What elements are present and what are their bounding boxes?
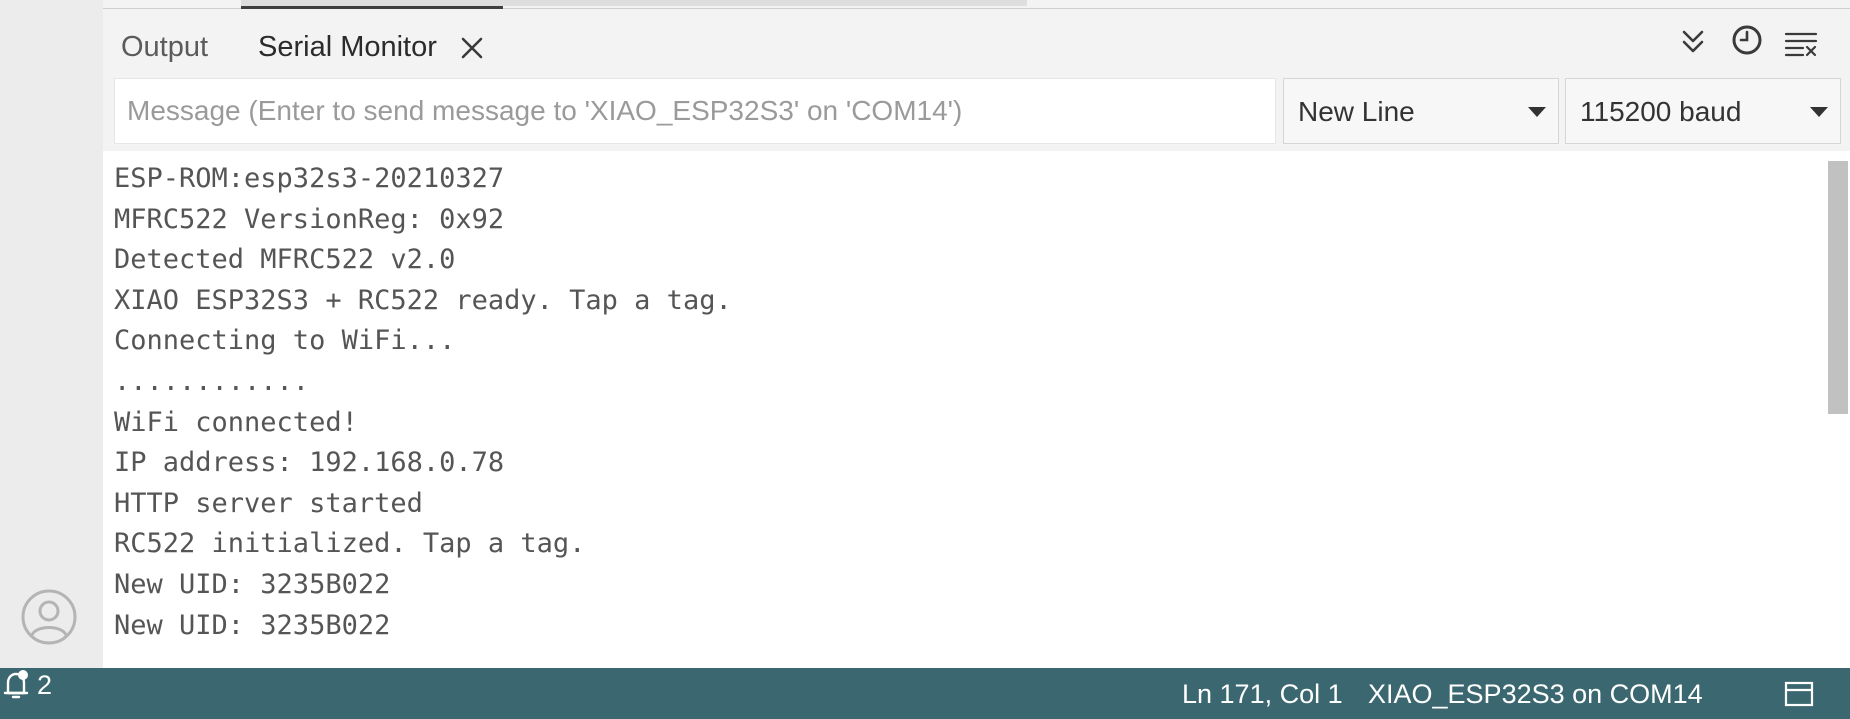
message-input[interactable] <box>114 78 1276 144</box>
clear-output-icon[interactable] <box>1781 22 1821 62</box>
console-scrollbar[interactable] <box>1822 161 1850 668</box>
panel-tabbar: Output Serial Monitor <box>103 14 1850 80</box>
close-icon[interactable] <box>457 33 487 63</box>
console-line: New UID: 3235B022 <box>114 609 391 641</box>
chevron-down-icon <box>1526 102 1548 122</box>
console-line: Connecting to WiFi... <box>114 325 456 357</box>
console-line: ............ <box>114 365 310 397</box>
console-lines: ESP-ROM:esp32s3-20210327 MFRC522 Version… <box>114 159 732 646</box>
console-line: IP address: 192.168.0.78 <box>114 447 505 479</box>
cursor-position[interactable]: Ln 171, Col 1 <box>1182 678 1343 710</box>
console-line: WiFi connected! <box>114 406 358 438</box>
console-scroll-thumb[interactable] <box>1828 161 1848 414</box>
serial-output-console: ESP-ROM:esp32s3-20210327 MFRC522 Version… <box>103 151 1850 668</box>
line-ending-value: New Line <box>1298 96 1415 127</box>
console-line: RC522 initialized. Tap a tag. <box>114 528 586 560</box>
console-line: ESP-ROM:esp32s3-20210327 <box>114 163 505 194</box>
autoscroll-icon[interactable] <box>1673 22 1713 62</box>
tab-output[interactable]: Output <box>121 30 208 64</box>
console-line: Detected MFRC522 v2.0 <box>114 244 456 276</box>
editor-scrollbar-strip <box>103 0 1850 9</box>
message-row: New Line 115200 baud <box>103 78 1850 148</box>
notifications-button[interactable]: 2 <box>0 668 60 702</box>
baud-rate-select[interactable]: 115200 baud <box>1565 78 1841 144</box>
account-avatar-icon[interactable] <box>20 588 78 646</box>
console-line: HTTP server started <box>114 487 423 519</box>
notification-count: 2 <box>37 670 53 700</box>
board-port-indicator[interactable]: XIAO_ESP32S3 on COM14 <box>1368 678 1703 710</box>
left-sidebar <box>0 0 103 668</box>
bell-icon <box>3 670 29 699</box>
toggle-panel-icon[interactable] <box>1784 680 1814 708</box>
timestamp-clock-icon[interactable] <box>1727 22 1767 62</box>
console-line: New UID: 3235B022 <box>114 568 391 600</box>
serial-monitor-panel: Output Serial Monitor Message (Enter to … <box>103 0 1850 668</box>
console-line: XIAO ESP32S3 + RC522 ready. Tap a tag. <box>114 284 732 316</box>
chevron-down-icon <box>1808 102 1830 122</box>
status-bar: Ln 171, Col 1 XIAO_ESP32S3 on COM14 2 <box>0 668 1850 719</box>
baud-rate-value: 115200 baud <box>1580 96 1742 127</box>
active-indicator <box>241 6 503 9</box>
line-ending-select[interactable]: New Line <box>1283 78 1559 144</box>
tab-serial-monitor[interactable]: Serial Monitor <box>258 30 437 64</box>
console-line: MFRC522 VersionReg: 0x92 <box>114 203 505 235</box>
